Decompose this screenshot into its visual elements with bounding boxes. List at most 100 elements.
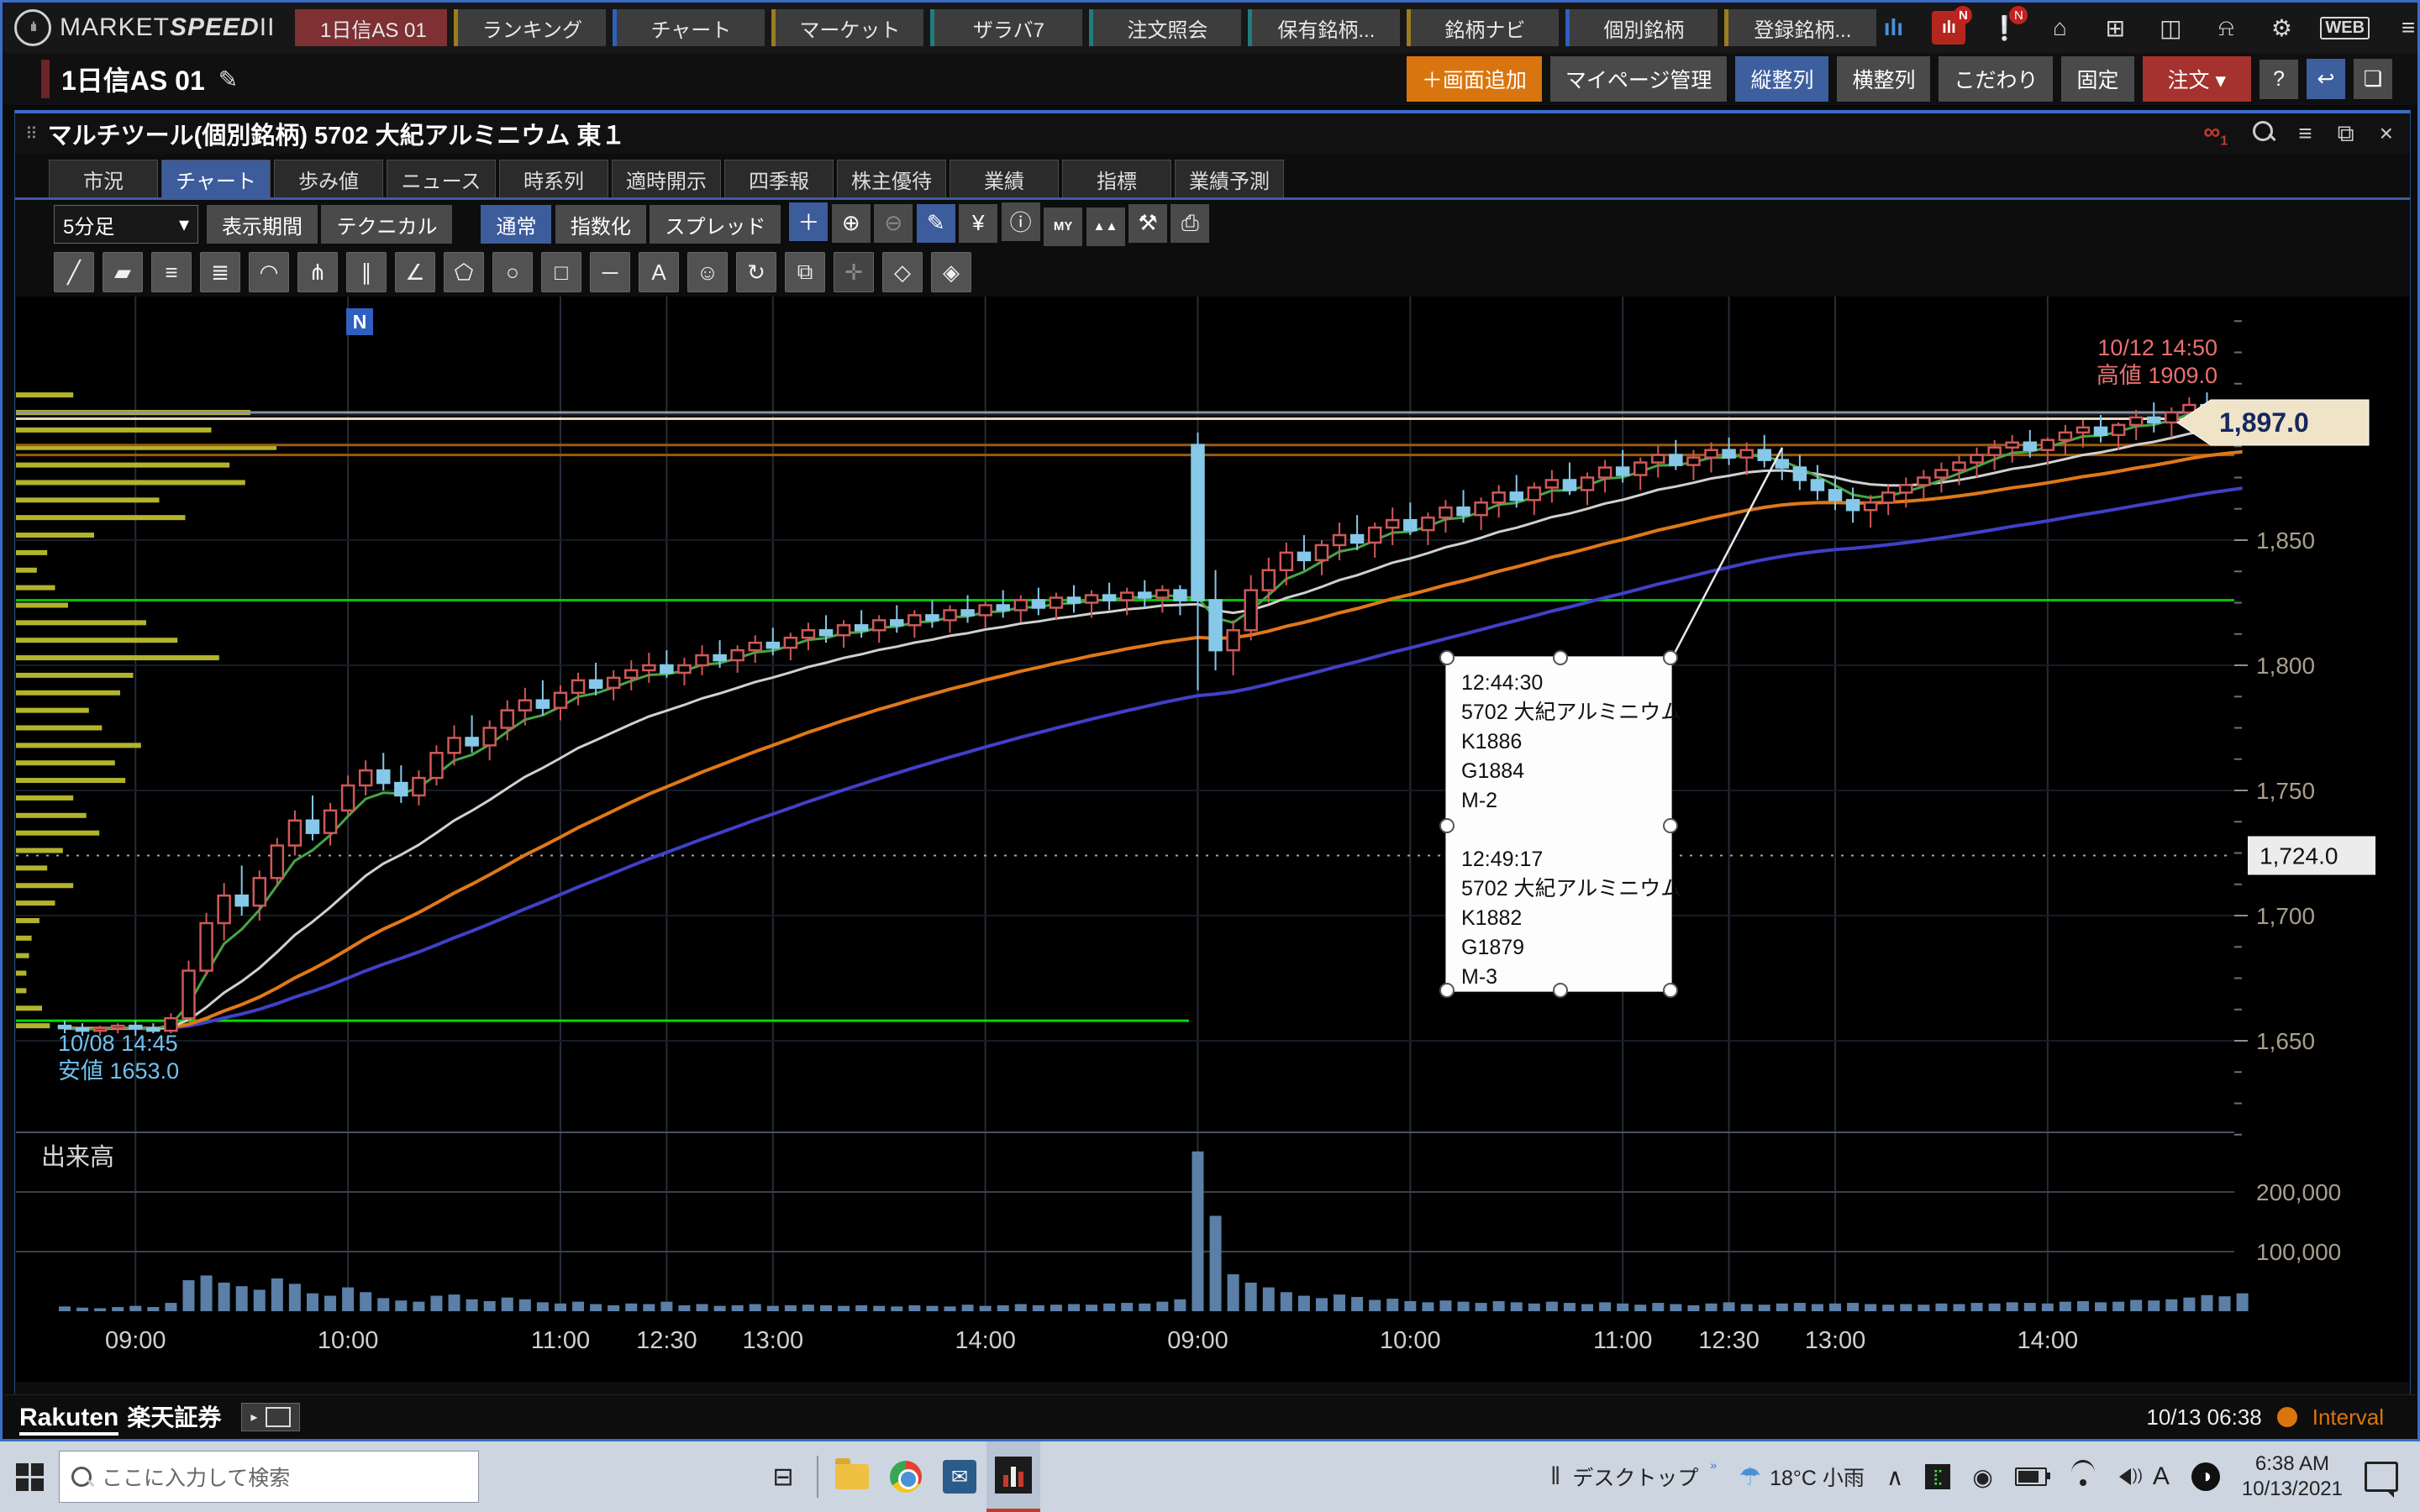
top-tab-銘柄ナビ[interactable]: 銘柄ナビ	[1407, 9, 1559, 46]
add-screen-icon[interactable]: ⊞	[2098, 11, 2132, 45]
page-button[interactable]: 横整列	[1837, 56, 1930, 102]
duplicate-icon[interactable]: ⧉	[785, 252, 825, 292]
crosshair-icon[interactable]: ＋	[789, 202, 828, 241]
tab-市況[interactable]: 市況	[49, 160, 158, 197]
tab-指標[interactable]: 指標	[1062, 160, 1171, 197]
media-icon[interactable]: ◫	[2154, 11, 2187, 45]
eraser-all-icon[interactable]: ◈	[931, 252, 971, 292]
bell-icon[interactable]: ⍾	[2209, 11, 2243, 45]
print-icon[interactable]: ⎙	[1171, 204, 1209, 243]
horizontal-segment-icon[interactable]: ─	[590, 252, 630, 292]
dock-toggle[interactable]: ▸	[241, 1403, 300, 1431]
tab-株主優待[interactable]: 株主優待	[837, 160, 946, 197]
window-menu-icon[interactable]: ≡	[2298, 120, 2312, 147]
home-icon[interactable]: ⌂	[2043, 11, 2076, 45]
start-button[interactable]	[0, 1441, 59, 1512]
note-handle[interactable]	[1553, 983, 1568, 998]
top-tab-チャート[interactable]: チャート	[613, 9, 765, 46]
tab-四季報[interactable]: 四季報	[724, 160, 834, 197]
mode-button-スプレッド[interactable]: スプレッド	[650, 205, 781, 244]
menu-hamburger-icon[interactable]: ≡	[2391, 11, 2420, 45]
top-tab-個別銘柄[interactable]: 個別銘柄	[1565, 9, 1718, 46]
edit-page-pencil-icon[interactable]: ✎	[218, 66, 238, 93]
mode-button-通常[interactable]: 通常	[481, 205, 551, 244]
tab-業績[interactable]: 業績	[950, 160, 1059, 197]
icon-stamp-icon[interactable]: ☺	[687, 252, 728, 292]
page-button[interactable]: ❏	[2354, 59, 2392, 99]
page-button[interactable]: ↩	[2307, 59, 2345, 99]
horizontal-lines-4-icon[interactable]: ≣	[200, 252, 240, 292]
weather-widget[interactable]: ☂ 18°C 小雨	[1739, 1462, 1865, 1492]
duplicate-window-icon[interactable]: ⧉	[2338, 120, 2354, 148]
taskbar-search[interactable]: ここに入力して検索	[59, 1451, 479, 1503]
chart-canvas[interactable]: 1,6501,7001,7501,8001,850100,000200,0000…	[16, 297, 2409, 1382]
battery-icon[interactable]	[2015, 1467, 2047, 1486]
yen-icon[interactable]: ¥	[959, 204, 997, 243]
action-center-icon[interactable]	[2365, 1462, 2398, 1492]
market-pulse-icon[interactable]: ılı	[1876, 11, 1910, 45]
page-button[interactable]: 注文 ▾	[2143, 56, 2252, 102]
chart-note[interactable]: 12:44:305702 大紀アルミニウムK1886G1884M-2 12:49…	[1445, 656, 1672, 992]
tray-chevron-icon[interactable]: ∧	[1886, 1463, 1904, 1491]
fan-lines-icon[interactable]: ∠	[395, 252, 435, 292]
top-tab-1日信AS 01[interactable]: 1日信AS 01	[295, 9, 447, 46]
top-tab-マーケット[interactable]: マーケット	[771, 9, 923, 46]
time-cycle-icon[interactable]: ↻	[736, 252, 776, 292]
pentagon-icon[interactable]: ⬠	[444, 252, 484, 292]
tab-チャート[interactable]: チャート	[161, 160, 271, 197]
ellipse-icon[interactable]: ○	[492, 252, 533, 292]
rectangle-icon[interactable]: □	[541, 252, 581, 292]
camera-icon[interactable]: ◉	[1972, 1463, 1992, 1491]
volume-icon[interactable]	[2119, 1468, 2131, 1485]
chart-area[interactable]: 1,6501,7001,7501,8001,850100,000200,0000…	[16, 297, 2409, 1382]
chart-alert-icon[interactable]: ılıN	[1932, 11, 1965, 45]
note-handle[interactable]	[1663, 650, 1678, 665]
wifi-icon[interactable]	[2069, 1467, 2097, 1486]
top-tab-保有銘柄...[interactable]: 保有銘柄...	[1248, 9, 1400, 46]
page-button[interactable]: こだわり	[1939, 56, 2053, 102]
page-button[interactable]: 縦整列	[1735, 56, 1828, 102]
info-icon[interactable]: ⓘ	[1002, 202, 1040, 241]
fibonacci-arcs-icon[interactable]: ◠	[249, 252, 289, 292]
task-view-button[interactable]: ⊟	[756, 1441, 810, 1512]
trend-line-icon[interactable]: ╱	[54, 252, 94, 292]
settings-wrench-icon[interactable]: ⚒	[1128, 204, 1167, 243]
parallel-channel-icon[interactable]: ▰	[103, 252, 143, 292]
file-explorer-button[interactable]	[825, 1441, 879, 1512]
hand-pan-icon[interactable]: ✛	[834, 252, 874, 292]
marketspeed-taskbar-button[interactable]	[986, 1441, 1040, 1512]
link-group-icon[interactable]: ∞1	[2203, 118, 2228, 150]
taskbar-clock[interactable]: 6:38 AM 10/13/2021	[2242, 1452, 2343, 1502]
note-handle[interactable]	[1553, 650, 1568, 665]
web-link-icon[interactable]: WEB	[2320, 17, 2370, 39]
note-handle[interactable]	[1439, 650, 1455, 665]
horizontal-lines-3-icon[interactable]: ≡	[151, 252, 192, 292]
toolbar-button-表示期間[interactable]: 表示期間	[207, 205, 318, 244]
search-icon[interactable]	[2253, 120, 2273, 147]
close-window-icon[interactable]: ×	[2380, 120, 2393, 147]
tray-app-icon[interactable]: ⣏	[1925, 1464, 1950, 1489]
note-handle[interactable]	[1439, 818, 1455, 833]
top-tab-注文照会[interactable]: 注文照会	[1089, 9, 1241, 46]
zoom-out-icon[interactable]: ⊖	[874, 204, 913, 243]
top-tab-登録銘柄...[interactable]: 登録銘柄...	[1724, 9, 1876, 46]
tool-window-titlebar[interactable]: ⠿ マルチツール(個別銘柄) 5702 大紀アルミニウム 東１ ∞1 ≡ ⧉ ×	[15, 113, 2410, 154]
page-button[interactable]: ＋画面追加	[1407, 56, 1542, 102]
tab-歩み値[interactable]: 歩み値	[274, 160, 383, 197]
toolbar-button-テクニカル[interactable]: テクニカル	[321, 205, 452, 244]
drag-grip-icon[interactable]: ⠿	[25, 123, 39, 144]
top-tab-ランキング[interactable]: ランキング	[454, 9, 606, 46]
note-handle[interactable]	[1663, 983, 1678, 998]
my-chart-icon[interactable]: MY	[1044, 207, 1082, 246]
tab-ニュース[interactable]: ニュース	[387, 160, 496, 197]
interval-select[interactable]: 5分足▾	[54, 205, 198, 244]
draw-pencil-icon[interactable]: ✎	[917, 204, 955, 243]
text-annotation-icon[interactable]: A	[639, 252, 679, 292]
tab-適時開示[interactable]: 適時開示	[612, 160, 721, 197]
area-chart-icon[interactable]: ▲▲	[1086, 207, 1125, 246]
note-handle[interactable]	[1663, 818, 1678, 833]
mail-button[interactable]: ✉	[933, 1441, 986, 1512]
ime-mode-label[interactable]: A	[2153, 1462, 2170, 1491]
pitchfork-icon[interactable]: ⋔	[297, 252, 338, 292]
ime-icon[interactable]: ◑	[2191, 1462, 2220, 1491]
